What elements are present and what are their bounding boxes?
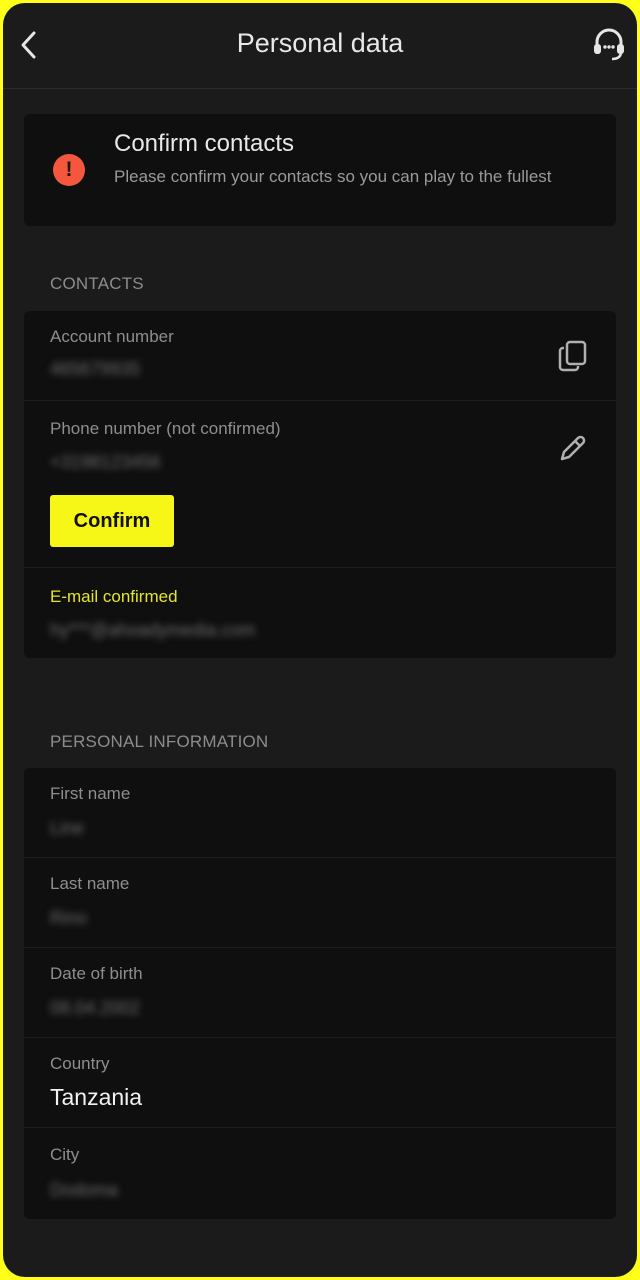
page-title: Personal data (236, 28, 404, 58)
city-row: City Dodoma (24, 1128, 616, 1219)
app-screen: Personal data ! Confirm contacts Please … (3, 3, 637, 1277)
confirm-phone-button[interactable]: Confirm (50, 495, 174, 547)
confirm-contacts-alert: ! Confirm contacts Please confirm your c… (24, 114, 616, 226)
contacts-card: Account number 465679935 Phone number (n… (24, 311, 616, 658)
date-of-birth-value: 08.04.2002 (50, 998, 141, 1018)
email-confirmed-label: E-mail confirmed (50, 587, 178, 606)
email-row: E-mail confirmed hy***@ahoadymedia.com (24, 568, 616, 658)
last-name-row: Last name Rino (24, 858, 616, 948)
first-name-row: First name Line (24, 768, 616, 858)
phone-number-row: Phone number (not confirmed) +3198123456… (24, 401, 616, 568)
alert-title: Confirm contacts (114, 130, 295, 157)
edit-phone-button[interactable] (556, 431, 590, 465)
date-of-birth-label: Date of birth (50, 964, 143, 983)
personal-info-section-label: PERSONAL INFORMATION (50, 732, 269, 751)
contacts-section-label: CONTACTS (50, 274, 144, 293)
date-of-birth-row: Date of birth 08.04.2002 (24, 948, 616, 1038)
top-bar: Personal data (3, 3, 637, 89)
city-label: City (50, 1145, 80, 1164)
email-value: hy***@ahoadymedia.com (50, 620, 256, 640)
copy-icon (558, 340, 587, 372)
account-number-label: Account number (50, 327, 174, 346)
first-name-label: First name (50, 784, 131, 803)
phone-number-label: Phone number (not confirmed) (50, 419, 281, 438)
copy-button[interactable] (556, 339, 590, 373)
headset-icon (594, 28, 624, 61)
alert-text: Please confirm your contacts so you can … (114, 167, 552, 186)
country-label: Country (50, 1054, 110, 1073)
phone-number-value: +3198123456 (50, 452, 161, 472)
last-name-value: Rino (50, 908, 88, 928)
country-row: Country Tanzania (24, 1038, 616, 1128)
city-value: Dodoma (50, 1180, 119, 1200)
last-name-label: Last name (50, 874, 130, 893)
exclamation-circle-icon: ! (53, 154, 85, 186)
support-button[interactable] (589, 23, 629, 65)
first-name-value: Line (50, 818, 85, 838)
account-number-value: 465679935 (50, 359, 141, 379)
personal-info-card: First name Line Last name Rino Date of b… (24, 768, 616, 1219)
account-number-row: Account number 465679935 (24, 311, 616, 401)
country-value: Tanzania (50, 1084, 143, 1110)
pencil-icon (560, 435, 586, 461)
